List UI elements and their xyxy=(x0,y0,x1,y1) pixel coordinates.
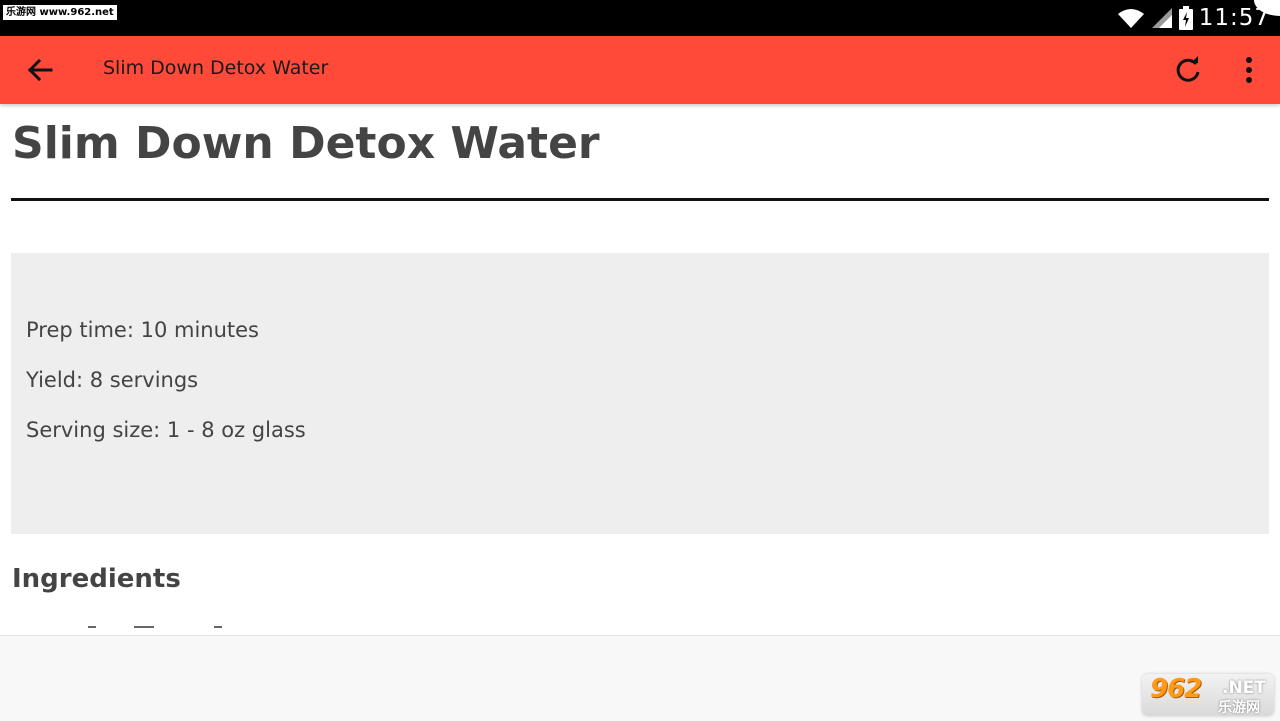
back-button[interactable] xyxy=(24,54,56,86)
yield-text: Yield: 8 servings xyxy=(26,368,199,392)
app-bar: Slim Down Detox Water xyxy=(0,36,1280,104)
page-title: Slim Down Detox Water xyxy=(12,118,600,169)
more-options-button[interactable] xyxy=(1236,54,1262,86)
watermark-logo-number: 962 xyxy=(1150,674,1202,704)
status-icons: 11:57 xyxy=(1117,4,1270,32)
back-arrow-icon xyxy=(27,58,53,82)
battery-icon xyxy=(1178,6,1193,30)
signal-icon xyxy=(1151,8,1172,28)
watermark-logo-cn: 乐游网 xyxy=(1218,700,1260,716)
recipe-info-box: Prep time: 10 minutes Yield: 8 servings … xyxy=(11,253,1269,534)
serving-size-text: Serving size: 1 - 8 oz glass xyxy=(26,418,306,442)
watermark-text: 乐游网 www.962.net xyxy=(3,5,117,20)
watermark-logo-net: .NET xyxy=(1222,678,1266,698)
more-vert-icon xyxy=(1246,57,1252,83)
prep-time-text: Prep time: 10 minutes xyxy=(26,318,259,342)
refresh-icon xyxy=(1176,56,1200,82)
status-bar: 乐游网 www.962.net 11:57 xyxy=(0,0,1280,36)
ingredients-heading: Ingredients xyxy=(12,564,181,594)
bottom-panel xyxy=(0,635,1280,721)
title-divider xyxy=(11,198,1269,201)
watermark-logo: 962 .NET 乐游网 xyxy=(1142,674,1274,716)
app-bar-title: Slim Down Detox Water xyxy=(103,57,329,79)
wifi-icon xyxy=(1117,9,1144,28)
refresh-button[interactable] xyxy=(1172,54,1204,86)
